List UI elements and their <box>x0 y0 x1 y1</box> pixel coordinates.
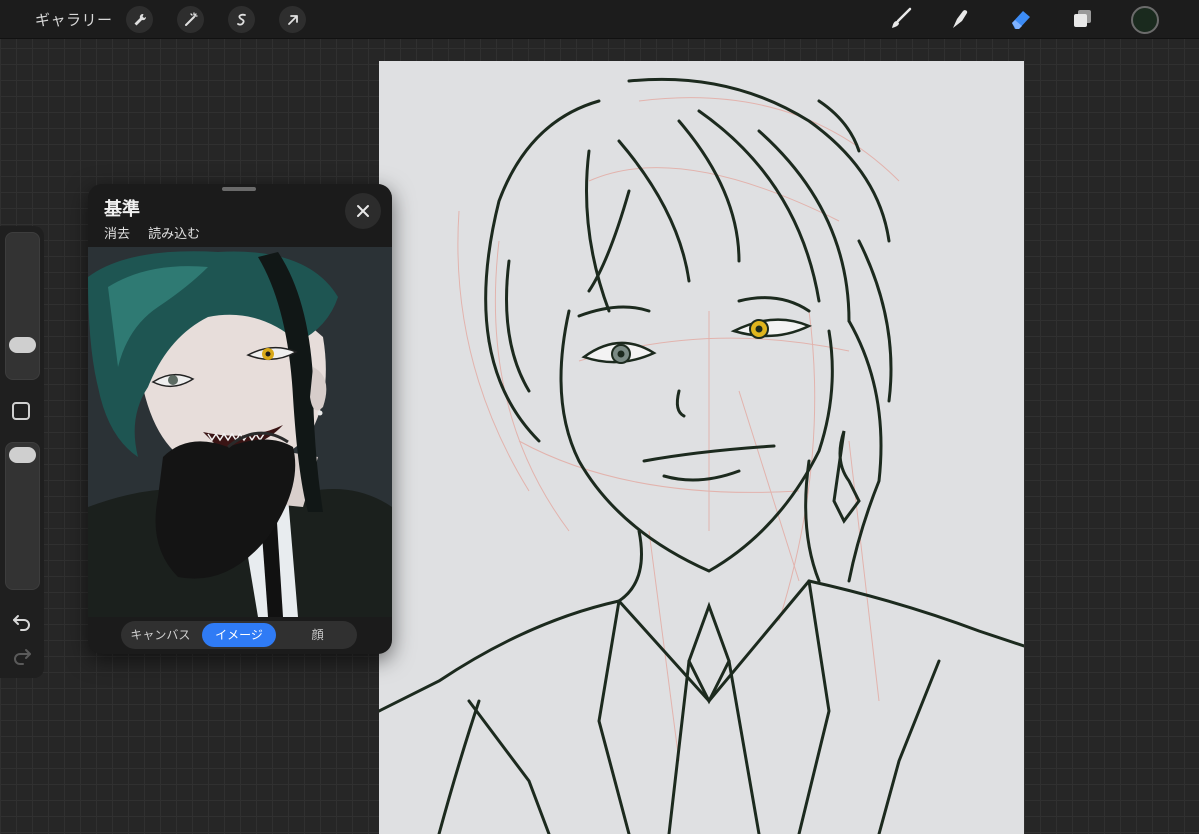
reference-image <box>88 247 392 617</box>
reference-title: 基準 <box>104 199 140 220</box>
reference-mode-tabs: キャンバス イメージ 顔 <box>121 621 357 649</box>
redo-icon[interactable] <box>11 644 33 666</box>
smudge-icon[interactable] <box>948 6 974 32</box>
eraser-icon[interactable] <box>1008 6 1034 32</box>
selection-icon[interactable] <box>228 6 255 33</box>
opacity-slider[interactable] <box>5 442 40 590</box>
undo-icon[interactable] <box>11 610 33 632</box>
gallery-button[interactable]: ギャラリー <box>35 9 113 30</box>
drawing-canvas[interactable] <box>379 61 1024 834</box>
left-sidebar <box>0 226 44 678</box>
modify-button[interactable] <box>12 402 30 420</box>
brush-size-slider[interactable] <box>5 232 40 380</box>
brush-size-knob[interactable] <box>9 336 36 353</box>
tab-image[interactable]: イメージ <box>201 623 277 647</box>
layers-icon[interactable] <box>1070 6 1096 32</box>
wrench-icon[interactable] <box>126 6 153 33</box>
top-toolbar: ギャラリー <box>0 0 1199 38</box>
panel-grabber[interactable] <box>222 187 256 191</box>
reference-panel: 基準 消去 読み込む キャンバス イメージ 顔 <box>88 184 392 654</box>
clear-button[interactable]: 消去 <box>104 227 130 242</box>
reference-actions: 消去 読み込む <box>104 223 214 242</box>
tab-face[interactable]: 顔 <box>280 623 355 647</box>
color-picker-swatch[interactable] <box>1131 6 1159 34</box>
magic-wand-icon[interactable] <box>177 6 204 33</box>
opacity-knob[interactable] <box>9 447 36 463</box>
tab-canvas[interactable]: キャンバス <box>123 623 198 647</box>
brush-icon[interactable] <box>888 6 914 32</box>
close-icon <box>357 205 369 217</box>
close-button[interactable] <box>345 193 381 229</box>
transform-arrow-icon[interactable] <box>279 6 306 33</box>
sketch-artwork <box>379 77 1024 834</box>
import-button[interactable]: 読み込む <box>148 227 200 242</box>
